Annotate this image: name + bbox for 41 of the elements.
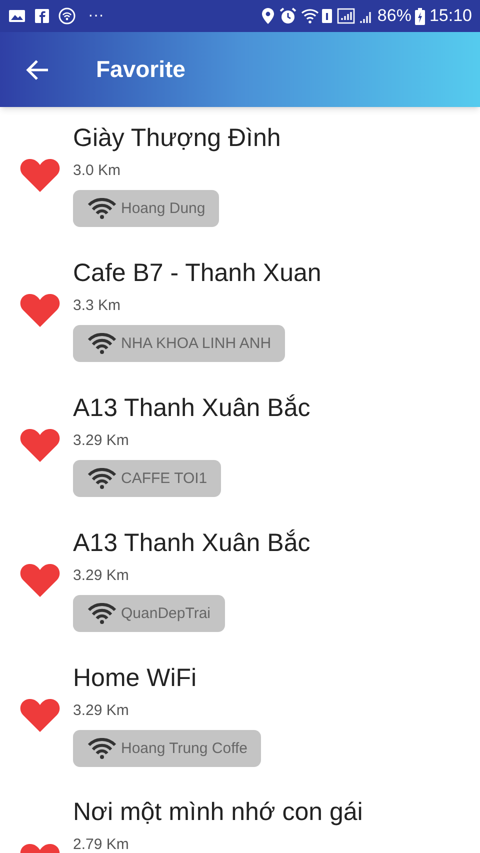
distance: 2.79 Km — [73, 835, 129, 853]
wifi-network-name: Hoang Trung Coffe — [121, 738, 248, 758]
facebook-icon — [34, 8, 50, 24]
wifi-network-name: QuanDepTrai — [121, 604, 210, 624]
battery-percent: 86% — [377, 5, 412, 28]
place-name: Home WiFi — [73, 662, 197, 694]
heart-icon[interactable] — [18, 156, 60, 192]
screen-title: Favorite — [96, 55, 186, 84]
wifi-icon — [87, 332, 117, 355]
image-icon — [8, 8, 26, 24]
distance: 3.3 Km — [73, 296, 121, 316]
wifi-network-name: NHA KHOA LINH ANH — [121, 334, 272, 354]
heart-icon[interactable] — [18, 292, 60, 328]
sim-icon — [321, 8, 334, 24]
alarm-icon — [279, 7, 298, 25]
clock-time: 15:10 — [429, 5, 472, 28]
place-name: A13 Thanh Xuân Bắc — [73, 392, 310, 424]
distance: 3.0 Km — [73, 160, 121, 181]
back-arrow-icon — [26, 58, 50, 80]
wifi-icon — [301, 8, 322, 24]
more-notifications: ··· — [88, 6, 104, 26]
wifi-icon — [87, 198, 117, 220]
place-name: Cafe B7 - Thanh Xuan — [73, 258, 322, 289]
distance: 3.29 Km — [73, 430, 129, 451]
signal-icon — [337, 8, 356, 24]
place-name: A13 Thanh Xuân Bắc — [73, 528, 310, 559]
wifi-hotspot-icon — [58, 7, 76, 25]
battery-charging-icon — [415, 8, 426, 24]
heart-icon[interactable] — [18, 562, 60, 598]
heart-icon[interactable] — [18, 426, 60, 462]
place-name: Nơi một mình nhớ con gái — [73, 797, 363, 828]
place-name: Giày Thượng Đình — [73, 122, 281, 154]
wifi-icon — [87, 738, 117, 760]
wifi-network-name: CAFFE TOI1 — [121, 468, 208, 488]
location-icon — [261, 7, 276, 25]
heart-icon[interactable] — [18, 696, 60, 732]
wifi-icon — [87, 602, 117, 625]
wifi-icon — [87, 468, 117, 490]
wifi-network-name: Hoang Dung — [121, 198, 206, 218]
distance: 3.29 Km — [73, 566, 129, 586]
distance: 3.29 Km — [73, 700, 129, 721]
